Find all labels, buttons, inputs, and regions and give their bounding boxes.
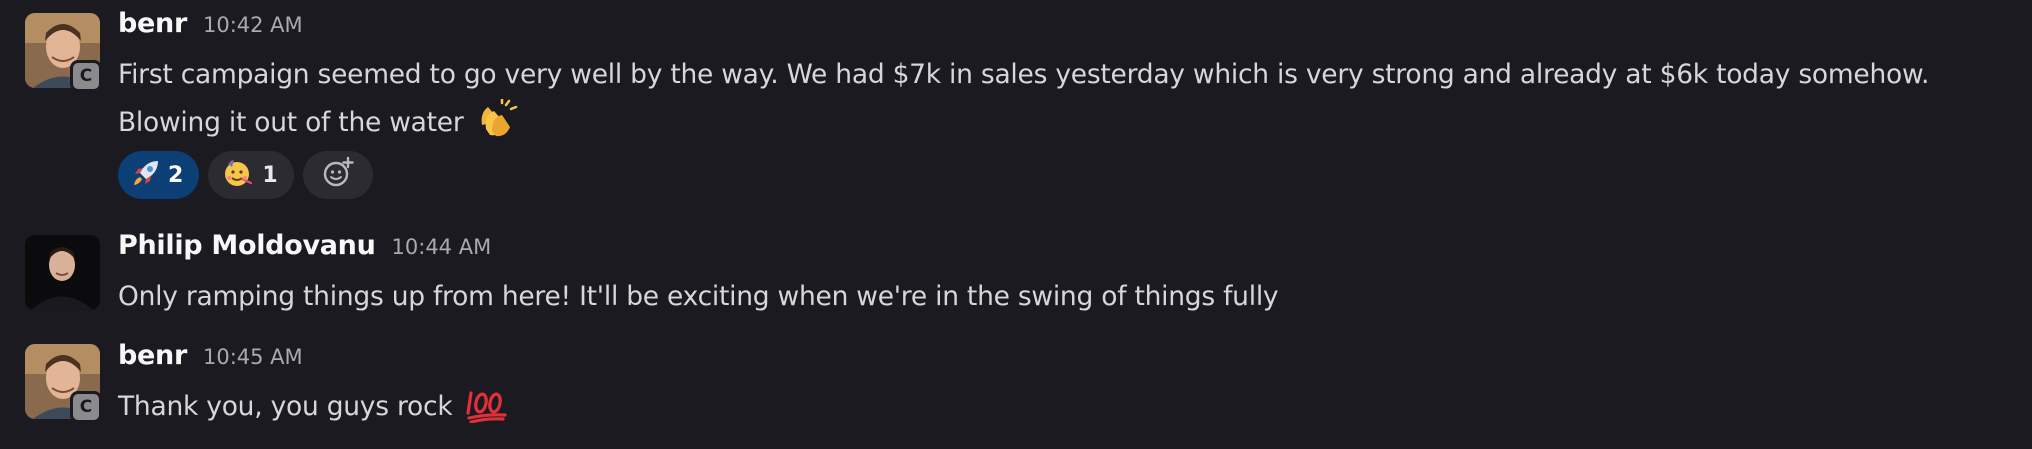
hundred-points-emoji bbox=[465, 385, 509, 437]
reaction-count: 2 bbox=[168, 162, 184, 188]
author-name[interactable]: benr bbox=[118, 340, 187, 371]
message-header: benr 10:45 AM bbox=[118, 340, 303, 371]
author-name[interactable]: benr bbox=[118, 8, 187, 39]
timestamp[interactable]: 10:42 AM bbox=[203, 13, 303, 37]
add-reaction-icon bbox=[320, 155, 356, 195]
message-feed: C benr 10:42 AM First campaign seemed to… bbox=[0, 0, 2032, 449]
message-text: First campaign seemed to go very well by… bbox=[118, 59, 1930, 90]
timestamp[interactable]: 10:45 AM bbox=[203, 345, 303, 369]
timestamp[interactable]: 10:44 AM bbox=[392, 235, 492, 259]
rocket-emoji bbox=[132, 159, 160, 191]
add-reaction-button[interactable] bbox=[302, 151, 373, 199]
author-name[interactable]: Philip Moldovanu bbox=[118, 230, 376, 261]
message-text-line: Thank you, you guys rock bbox=[118, 384, 509, 437]
message-text-line: First campaign seemed to go very well by… bbox=[118, 52, 1929, 97]
reaction-party[interactable]: 1 bbox=[208, 151, 294, 199]
message-text: Only ramping things up from here! It'll … bbox=[118, 281, 1279, 312]
org-badge: C bbox=[70, 60, 102, 92]
avatar[interactable] bbox=[25, 235, 100, 310]
org-badge: C bbox=[70, 391, 102, 423]
reaction-bar: 2 1 bbox=[118, 151, 373, 199]
message-text-line: Blowing it out of the water bbox=[118, 97, 518, 153]
partying-face-emoji bbox=[222, 158, 254, 192]
reaction-count: 1 bbox=[262, 162, 278, 188]
message-text: Thank you, you guys rock bbox=[118, 391, 453, 422]
avatar-photo bbox=[25, 235, 100, 310]
message-header: benr 10:42 AM bbox=[118, 8, 303, 39]
clapping-hands-emoji bbox=[476, 97, 518, 153]
message-text: Blowing it out of the water bbox=[118, 107, 464, 138]
message-text-line: Only ramping things up from here! It'll … bbox=[118, 274, 1279, 319]
reaction-rocket[interactable]: 2 bbox=[118, 151, 200, 199]
message-header: Philip Moldovanu 10:44 AM bbox=[118, 230, 491, 261]
